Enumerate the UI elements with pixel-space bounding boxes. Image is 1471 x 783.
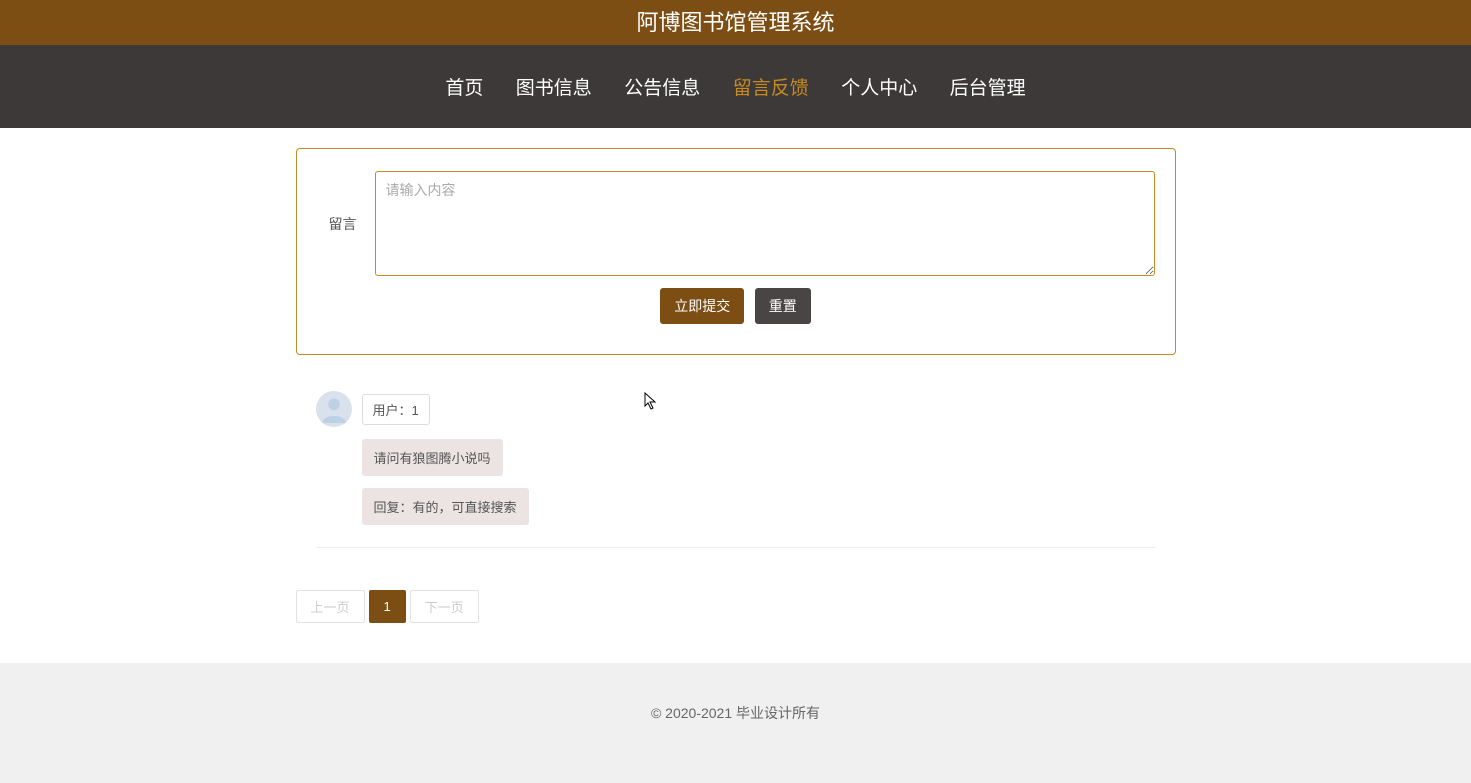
nav-profile[interactable]: 个人中心: [841, 73, 917, 100]
message-reply: 回复：有的，可直接搜索: [362, 488, 529, 525]
nav-admin[interactable]: 后台管理: [950, 73, 1026, 100]
submit-button[interactable]: 立即提交: [660, 288, 744, 324]
message-item: 用户：1 请问有狼图腾小说吗 回复：有的，可直接搜索: [316, 391, 1156, 566]
main-nav: 首页 图书信息 公告信息 留言反馈 个人中心 后台管理: [0, 45, 1471, 128]
nav-books[interactable]: 图书信息: [516, 73, 592, 100]
feedback-form: 留言 立即提交 重置: [296, 148, 1176, 355]
footer: © 2020-2021 毕业设计所有: [0, 663, 1471, 783]
site-title: 阿博图书馆管理系统: [0, 0, 1471, 45]
nav-feedback[interactable]: 留言反馈: [733, 73, 809, 100]
avatar: [316, 391, 352, 427]
nav-home[interactable]: 首页: [445, 73, 483, 100]
person-icon: [320, 395, 348, 423]
messages-list: 用户：1 请问有狼图腾小说吗 回复：有的，可直接搜索: [316, 391, 1156, 566]
next-page-button[interactable]: 下一页: [410, 590, 479, 623]
feedback-label: 留言: [317, 214, 357, 234]
prev-page-button[interactable]: 上一页: [296, 590, 365, 623]
message-content: 请问有狼图腾小说吗: [362, 439, 503, 476]
divider: [316, 547, 1156, 548]
pagination: 上一页 1 下一页: [296, 590, 1176, 623]
copyright: © 2020-2021 毕业设计所有: [651, 705, 820, 721]
reset-button[interactable]: 重置: [755, 288, 811, 324]
page-number-1[interactable]: 1: [369, 590, 406, 623]
user-tag: 用户：1: [362, 394, 430, 425]
nav-notice[interactable]: 公告信息: [624, 73, 700, 100]
feedback-textarea[interactable]: [375, 171, 1155, 276]
